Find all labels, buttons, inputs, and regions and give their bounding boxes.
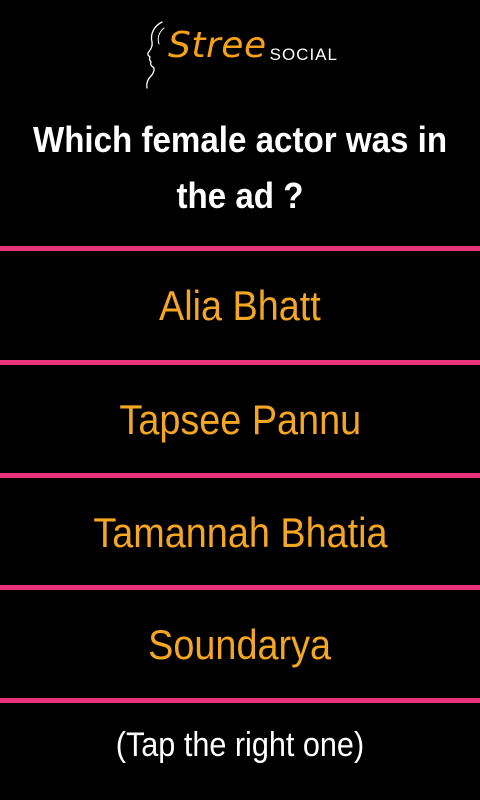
answer-option-label: Alia Bhatt <box>159 282 321 329</box>
answer-option-label: Tapsee Pannu <box>119 396 361 443</box>
question-text: Which female actor was in the ad ? <box>32 119 448 216</box>
answer-option-1[interactable]: Alia Bhatt <box>0 253 480 359</box>
woman-profile-icon <box>146 21 165 89</box>
divider <box>0 360 480 365</box>
brand-name-primary: Stree <box>168 25 267 66</box>
divider <box>0 698 480 703</box>
instruction-hint-text: (Tap the right one) <box>115 725 365 764</box>
answer-option-label: Soundarya <box>148 621 332 668</box>
answer-option-3[interactable]: Tamannah Bhatia <box>0 480 480 586</box>
instruction-hint: (Tap the right one) <box>0 710 480 780</box>
answer-option-label: Tamannah Bhatia <box>92 509 388 556</box>
answer-option-4[interactable]: Soundarya <box>0 592 480 698</box>
app-logo: Stree SOCIAL <box>0 18 480 90</box>
divider <box>0 473 480 478</box>
divider <box>0 246 480 251</box>
divider <box>0 585 480 590</box>
brand-name-secondary: SOCIAL <box>269 45 338 64</box>
answer-option-2[interactable]: Tapsee Pannu <box>0 367 480 473</box>
